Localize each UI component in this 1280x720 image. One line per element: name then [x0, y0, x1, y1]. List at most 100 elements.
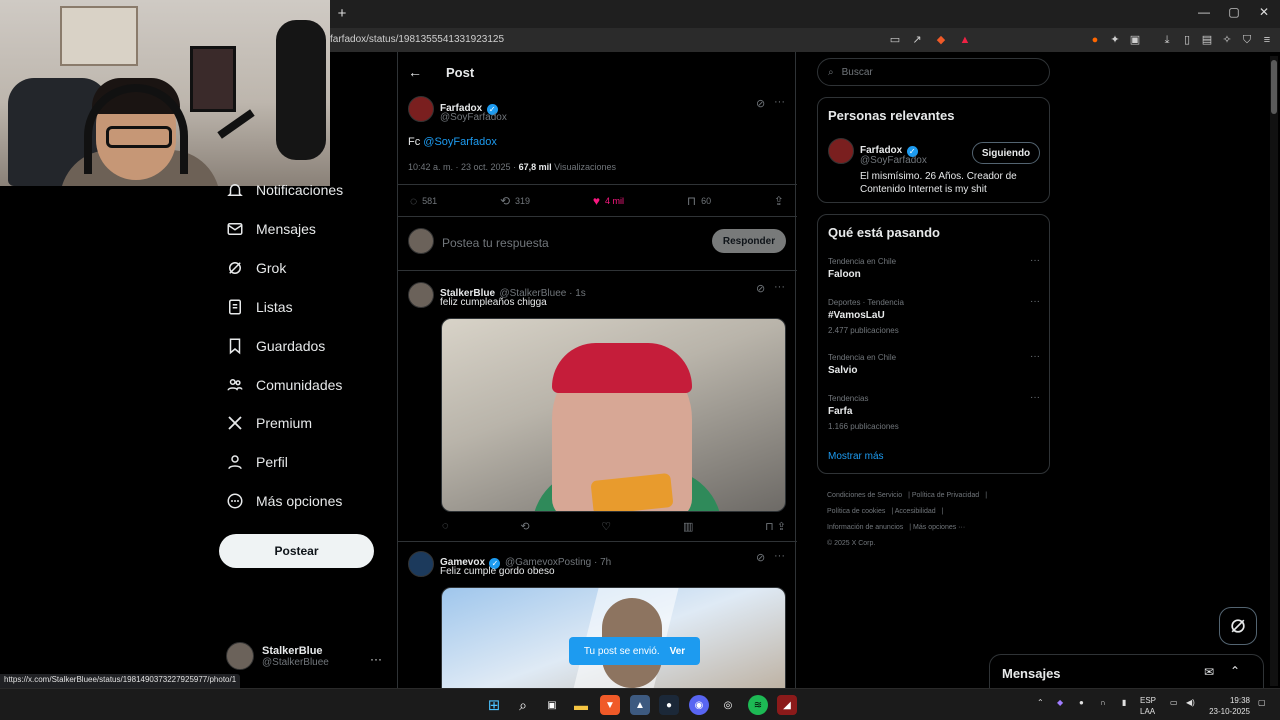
spotify-icon[interactable]: ≋: [748, 695, 768, 715]
grok-floating-button[interactable]: [1219, 607, 1257, 645]
footer-link[interactable]: Accesibilidad: [895, 508, 936, 515]
post-button[interactable]: Postear: [219, 534, 374, 568]
wallet-icon[interactable]: ▤: [1200, 33, 1214, 47]
reply-icon[interactable]: ◌: [442, 520, 449, 533]
microphone-icon[interactable]: ▮: [1122, 698, 1126, 707]
steam-tray-icon[interactable]: ●: [1079, 698, 1084, 707]
search-icon[interactable]: ⌕: [513, 695, 533, 715]
more-icon[interactable]: ···: [1030, 255, 1040, 266]
close-icon[interactable]: ✕: [1254, 5, 1274, 19]
brave-shield-icon[interactable]: ◆: [934, 33, 948, 47]
reply-button[interactable]: ◌ 581: [410, 194, 437, 208]
account-more-icon[interactable]: ···: [370, 652, 382, 666]
screen-icon[interactable]: ▭: [888, 33, 902, 47]
footer-link[interactable]: Política de cookies: [827, 508, 885, 515]
nav-lists[interactable]: Listas: [226, 294, 293, 320]
leo-ai-icon[interactable]: ✧: [1220, 33, 1234, 47]
heart-icon[interactable]: ♡: [601, 520, 611, 533]
grok-icon[interactable]: ⊘: [756, 97, 765, 110]
trend-item[interactable]: Tendencia en Chile Salvio ···: [828, 351, 1040, 376]
more-icon[interactable]: ···: [1030, 351, 1040, 362]
grok-icon[interactable]: ⊘: [756, 282, 765, 295]
task-view-icon[interactable]: ▣: [542, 695, 562, 715]
footer-link[interactable]: Más opciones ···: [913, 524, 965, 531]
repost-icon[interactable]: ⟲: [520, 520, 529, 533]
nav-notifications[interactable]: Notificaciones: [226, 177, 343, 203]
brave-browser-icon[interactable]: ▼: [600, 695, 620, 715]
menu-icon[interactable]: ≡: [1260, 33, 1274, 47]
post-time[interactable]: 10:42 a. m. · 23 oct. 2025 ·: [408, 162, 516, 172]
reply-input[interactable]: Postea tu respuesta: [442, 236, 549, 250]
search-input[interactable]: ⌕ Buscar: [817, 58, 1050, 86]
steam-icon[interactable]: ●: [659, 695, 679, 715]
nav-premium[interactable]: Premium: [226, 410, 312, 436]
nav-more-options[interactable]: Más opciones: [226, 488, 342, 514]
nav-communities[interactable]: Comunidades: [226, 372, 342, 398]
more-icon[interactable]: ···: [1030, 296, 1040, 307]
footer-link[interactable]: Política de Privacidad: [912, 492, 979, 499]
chevron-up-icon[interactable]: ⌃: [1037, 698, 1044, 707]
more-icon[interactable]: ···: [774, 550, 785, 562]
share-button[interactable]: ⇪: [774, 194, 784, 208]
trend-item[interactable]: Tendencias Farfa 1.166 publicaciones ···: [828, 392, 1040, 431]
app-icon[interactable]: ◢: [777, 695, 797, 715]
discord-icon[interactable]: ◉: [689, 695, 709, 715]
network-icon[interactable]: ▭: [1170, 698, 1178, 707]
following-button[interactable]: Siguiendo: [972, 142, 1040, 164]
more-icon[interactable]: ···: [1030, 392, 1040, 403]
new-message-icon[interactable]: ✉: [1204, 665, 1214, 679]
relevant-handle[interactable]: @SoyFarfadox: [860, 155, 927, 166]
scrollbar-thumb[interactable]: [1271, 60, 1277, 114]
reply-media-image[interactable]: [441, 318, 786, 512]
file-explorer-icon[interactable]: ▬: [571, 695, 591, 715]
repost-button[interactable]: ⟲ 319: [500, 194, 530, 208]
sidebar-icon[interactable]: ▯: [1180, 33, 1194, 47]
reader-icon[interactable]: ▣: [1128, 33, 1142, 47]
photos-icon[interactable]: ▲: [630, 695, 650, 715]
system-clock[interactable]: 19:38 23-10-2025: [1200, 695, 1250, 717]
nav-profile[interactable]: Perfil: [226, 449, 288, 475]
toast-view-link[interactable]: Ver: [670, 646, 686, 657]
more-icon[interactable]: ···: [774, 96, 785, 108]
avatar[interactable]: [408, 551, 434, 577]
author-handle[interactable]: @SoyFarfadox: [440, 112, 507, 123]
bookmark-icon[interactable]: ⊓ ⇪: [765, 520, 786, 533]
trend-item[interactable]: Tendencia en Chile Faloon ···: [828, 255, 1040, 280]
nav-bookmarks[interactable]: Guardados: [226, 333, 325, 359]
footer-link[interactable]: Condiciones de Servicio: [827, 492, 902, 499]
volume-icon[interactable]: ◀): [1186, 698, 1195, 707]
avatar[interactable]: [408, 282, 434, 308]
expand-icon[interactable]: ⌃: [1230, 664, 1240, 678]
maximize-icon[interactable]: ▢: [1224, 5, 1244, 19]
account-switcher[interactable]: StalkerBlue @StalkerBluee: [226, 642, 329, 670]
like-button[interactable]: ♥ 4 mil: [593, 194, 624, 208]
url-text[interactable]: farfadox/status/1981355541331923125: [330, 34, 504, 45]
vpn-icon[interactable]: ⛉: [1240, 33, 1254, 47]
more-icon[interactable]: ···: [774, 281, 785, 293]
headset-icon[interactable]: ∩: [1100, 698, 1106, 707]
back-arrow-icon[interactable]: ←: [408, 64, 422, 80]
avatar[interactable]: [828, 138, 854, 164]
notification-icon[interactable]: ▢: [1258, 698, 1266, 707]
reply-submit-button[interactable]: Responder: [712, 229, 786, 253]
download-icon[interactable]: ⤓: [1160, 33, 1174, 47]
obs-icon[interactable]: ◎: [718, 695, 738, 715]
bookmark-button[interactable]: ⊓ 60: [687, 194, 711, 208]
scrollbar-track[interactable]: [1270, 56, 1278, 686]
tray-app-icon[interactable]: ◆: [1057, 698, 1063, 707]
avatar[interactable]: [408, 96, 434, 122]
footer-link[interactable]: Información de anuncios: [827, 524, 903, 531]
grok-icon[interactable]: ⊘: [756, 551, 765, 564]
nav-grok[interactable]: Grok: [226, 255, 286, 281]
show-more-link[interactable]: Mostrar más: [828, 451, 884, 462]
minimize-icon[interactable]: —: [1194, 5, 1214, 19]
new-tab-button[interactable]: +: [334, 5, 350, 22]
views-icon[interactable]: ▥: [683, 520, 693, 533]
extension-icon[interactable]: ●: [1088, 33, 1102, 47]
puzzle-icon[interactable]: ✦: [1108, 33, 1122, 47]
mention-link[interactable]: @SoyFarfadox: [423, 136, 497, 148]
share-icon[interactable]: ↗: [910, 33, 924, 47]
brave-rewards-icon[interactable]: ▲: [958, 33, 972, 47]
nav-messages[interactable]: Mensajes: [226, 216, 316, 242]
input-language[interactable]: ESP LAA: [1140, 695, 1156, 717]
